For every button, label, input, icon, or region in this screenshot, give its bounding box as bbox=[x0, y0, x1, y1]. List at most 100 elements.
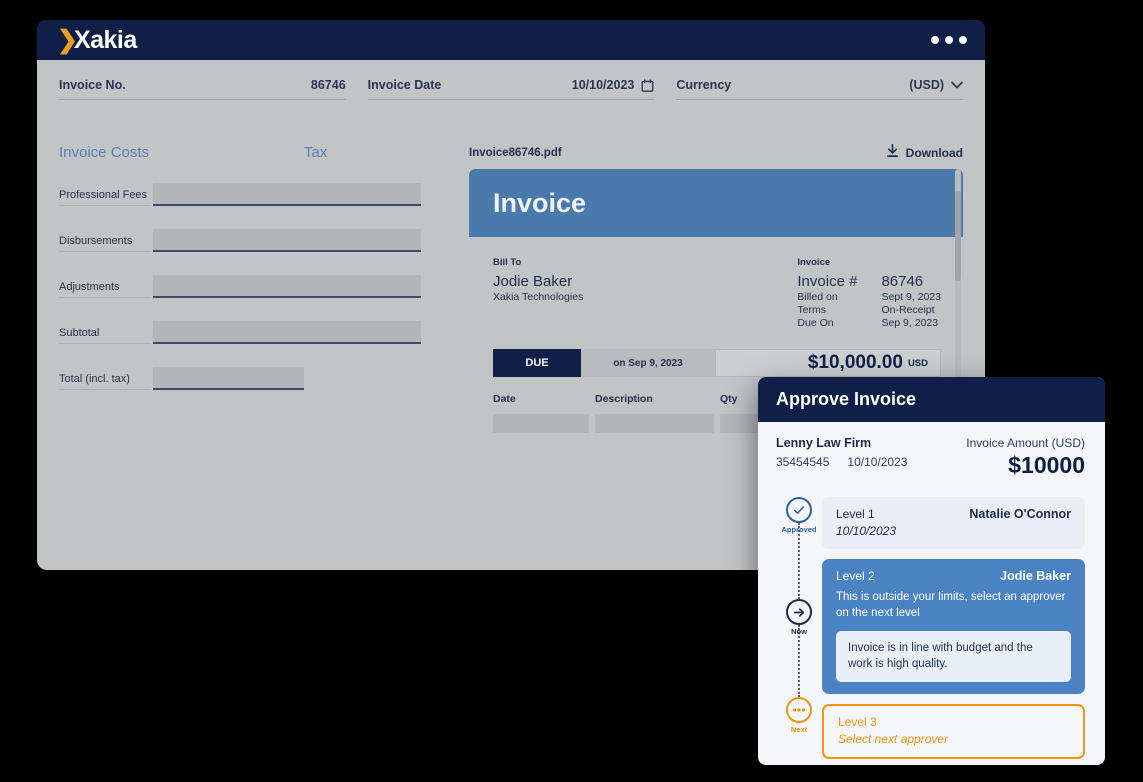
title-bar: ❯ Xakia bbox=[37, 20, 985, 60]
select-approver-placeholder[interactable]: Select next approver bbox=[838, 732, 1069, 746]
approve-invoice-modal: Approve Invoice Lenny Law Firm 35454545 … bbox=[758, 377, 1105, 765]
field-currency[interactable]: Currency (USD) bbox=[676, 78, 964, 100]
column-header-qty: Qty bbox=[720, 393, 738, 405]
tax-input[interactable] bbox=[304, 183, 421, 206]
dot-1-icon bbox=[931, 36, 939, 44]
calendar-icon[interactable] bbox=[641, 78, 654, 92]
window-menu-button[interactable] bbox=[931, 36, 967, 44]
cost-input[interactable] bbox=[153, 275, 304, 298]
tax-input[interactable] bbox=[304, 229, 421, 252]
cost-label: Adjustments bbox=[59, 281, 151, 298]
cost-input[interactable] bbox=[153, 321, 304, 344]
download-label: Download bbox=[905, 145, 963, 160]
xakia-logo: ❯ Xakia bbox=[57, 26, 137, 55]
meta-key: Billed on bbox=[797, 291, 838, 303]
cost-row-disbursements: Disbursements bbox=[59, 229, 459, 252]
timeline-rail: Approved Now Next bbox=[776, 497, 822, 765]
due-currency: USD bbox=[907, 357, 928, 369]
approver-name: Natalie O'Connor bbox=[969, 507, 1071, 521]
cost-row-total: Total (incl. tax) bbox=[59, 367, 459, 390]
approver-name: Jodie Baker bbox=[1000, 569, 1071, 583]
level-label: Level 2 bbox=[836, 569, 875, 583]
approval-card-level-3[interactable]: Level 3 Select next approver bbox=[822, 704, 1085, 760]
dot-2-icon bbox=[945, 36, 953, 44]
cost-label: Professional Fees bbox=[59, 189, 151, 206]
cost-row-adjustments: Adjustments bbox=[59, 275, 459, 298]
invoice-meta-grid: Invoice # 86746 Billed on Sept 9, 2023 T… bbox=[797, 273, 941, 329]
pdf-toolbar: Invoice86746.pdf Download bbox=[469, 143, 963, 169]
field-label: Invoice No. bbox=[59, 78, 126, 92]
dot-3-icon bbox=[959, 36, 967, 44]
cost-input[interactable] bbox=[153, 229, 304, 252]
approval-card-level-2[interactable]: Level 2 Jodie Baker This is outside your… bbox=[822, 559, 1085, 695]
timeline-step-label: Now bbox=[791, 627, 807, 636]
field-invoice-date[interactable]: Invoice Date 10/10/2023 bbox=[367, 78, 655, 100]
column-header-date: Date bbox=[493, 393, 516, 405]
cost-row-professional-fees: Professional Fees bbox=[59, 183, 459, 206]
approval-note-input[interactable]: Invoice is in line with budget and the w… bbox=[836, 631, 1071, 683]
cost-input[interactable] bbox=[153, 183, 304, 206]
cost-label: Total (incl. tax) bbox=[59, 373, 151, 390]
cost-label: Disbursements bbox=[59, 235, 151, 252]
timeline-step-next: Next bbox=[780, 697, 818, 734]
meta-value: 86746 bbox=[881, 273, 924, 290]
chevron-down-icon[interactable] bbox=[951, 78, 963, 92]
amount-block: Invoice Amount (USD) $10000 bbox=[966, 436, 1085, 479]
download-icon bbox=[886, 143, 899, 161]
cost-input[interactable] bbox=[153, 367, 304, 390]
cell-date bbox=[493, 414, 589, 433]
due-amount-cell: $10,000.00 USD bbox=[715, 349, 941, 377]
heading-invoice-costs: Invoice Costs bbox=[59, 144, 150, 161]
meta-value: Sept 9, 2023 bbox=[881, 291, 941, 303]
pdf-scrollbar-thumb[interactable] bbox=[955, 191, 961, 281]
amount-value: $10000 bbox=[1008, 452, 1085, 478]
cost-row-subtotal: Subtotal bbox=[59, 321, 459, 344]
check-circle-icon bbox=[786, 497, 812, 523]
level-label: Level 3 bbox=[838, 715, 877, 730]
meta-key: Invoice # bbox=[797, 273, 858, 290]
meta-value: On-Receipt bbox=[881, 304, 935, 316]
timeline-step-approved: Approved bbox=[780, 497, 818, 534]
bill-to-name: Jodie Baker bbox=[493, 273, 573, 290]
approval-date: 10/10/2023 bbox=[836, 524, 897, 538]
screenshot-stage: ❯ Xakia Invoice No. 86746 Invoice Date 1… bbox=[0, 0, 1143, 782]
approval-cards: Level 1 Natalie O'Connor 10/10/2023 Leve… bbox=[822, 497, 1085, 765]
firm-block: Lenny Law Firm 35454545 10/10/2023 bbox=[776, 436, 907, 479]
field-label: Currency bbox=[676, 78, 732, 92]
firm-date: 10/10/2023 bbox=[847, 455, 908, 469]
due-status-badge: DUE bbox=[493, 349, 581, 377]
logo-text: Xakia bbox=[73, 25, 137, 54]
invoice-meta-label: Invoice bbox=[797, 257, 831, 268]
meta-key: Due On bbox=[797, 317, 834, 329]
tax-input[interactable] bbox=[304, 275, 421, 298]
timeline-connector-1 bbox=[798, 523, 800, 599]
cell-description bbox=[595, 414, 714, 433]
pdf-document-header: Invoice bbox=[469, 169, 963, 237]
pdf-file-name: Invoice86746.pdf bbox=[469, 146, 562, 159]
timeline-step-label: Approved bbox=[781, 525, 817, 534]
meta-key: Terms bbox=[797, 304, 826, 316]
firm-number: 35454545 bbox=[776, 455, 830, 469]
timeline-step-label: Next bbox=[790, 725, 808, 734]
invoice-meta-block: Invoice Invoice # 86746 Billed on Sept 9… bbox=[797, 257, 941, 329]
field-value: 86746 bbox=[310, 78, 346, 92]
due-date: on Sep 9, 2023 bbox=[581, 349, 715, 377]
field-invoice-no[interactable]: Invoice No. 86746 bbox=[59, 78, 346, 100]
bill-to-label: Bill To bbox=[493, 257, 522, 268]
meta-value: Sep 9, 2023 bbox=[881, 317, 939, 329]
approval-card-level-1[interactable]: Level 1 Natalie O'Connor 10/10/2023 bbox=[822, 497, 1085, 549]
timeline-step-now: Now bbox=[780, 599, 818, 636]
approval-timeline: Approved Now Next Level 1 Natalie O'Conn… bbox=[758, 491, 1105, 765]
bill-to-block: Bill To Jodie Baker Xakia Technologies bbox=[493, 257, 583, 329]
costs-headings: Invoice Costs Tax bbox=[59, 144, 459, 161]
tax-input[interactable] bbox=[304, 321, 421, 344]
download-button[interactable]: Download bbox=[886, 143, 963, 161]
firm-name: Lenny Law Firm bbox=[776, 436, 872, 450]
level-label: Level 1 bbox=[836, 507, 875, 521]
invoice-costs-panel: Invoice Costs Tax Professional Fees Disb… bbox=[59, 144, 459, 549]
field-value: (USD) bbox=[909, 78, 945, 92]
due-summary-row: DUE on Sep 9, 2023 $10,000.00 USD bbox=[493, 349, 941, 377]
heading-tax: Tax bbox=[304, 144, 328, 161]
bill-to-company: Xakia Technologies bbox=[493, 291, 584, 303]
arrow-right-circle-icon bbox=[786, 599, 812, 625]
